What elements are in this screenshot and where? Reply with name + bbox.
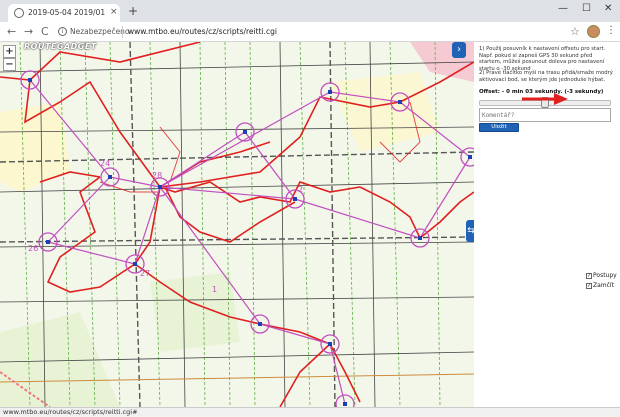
minimize-icon[interactable]: — <box>558 3 568 14</box>
close-window-icon[interactable]: ✕ <box>604 3 612 14</box>
control-label: 27 <box>140 269 150 278</box>
browser-tab[interactable]: 2019-05-04 2019/01 ČP MTBO × <box>8 4 120 22</box>
control-label: 2 <box>298 185 303 194</box>
control-label: 1 <box>212 285 217 294</box>
control-label: 26 <box>28 244 38 253</box>
avatar[interactable] <box>587 25 600 38</box>
checkbox-postupy[interactable]: ✓ <box>586 272 592 279</box>
map-canvas[interactable]: 24 26 27 28 2 1 <box>0 42 474 407</box>
control-label: 24 <box>100 159 110 168</box>
checkbox-label: Postupy <box>593 272 617 279</box>
bookmark-star-icon[interactable]: ☆ <box>570 25 580 38</box>
collapse-panel-button[interactable]: › <box>452 42 466 58</box>
globe-icon <box>14 8 24 18</box>
checkbox-zamcit-row[interactable]: ✓ Zamčít <box>586 282 614 289</box>
status-url: www.mtbo.eu/routes/cz/scripts/reitti.cgi… <box>3 408 138 416</box>
instruction-2: 2) Pravé tlačítko myši na trasu přidá/sm… <box>479 70 613 83</box>
checkbox-label: Zamčít <box>593 282 614 289</box>
reload-icon[interactable]: C <box>41 25 49 39</box>
checkbox-zamcit[interactable]: ✓ <box>586 282 592 289</box>
tab-title: 2019-05-04 2019/01 ČP MTBO <box>28 8 108 17</box>
back-icon[interactable]: ← <box>7 25 16 39</box>
checkbox-postupy-row[interactable]: ✓ Postupy <box>586 272 617 279</box>
address-bar[interactable]: www.mtbo.eu/routes/cz/scripts/reitti.cgi <box>128 27 277 36</box>
toggle-sidebar-button[interactable]: ⇆ <box>466 220 474 242</box>
orienteering-map[interactable]: 24 26 27 28 2 1 ROUTEGADGET + − › ⇆ <box>0 42 474 407</box>
red-arrow-icon <box>522 93 568 105</box>
divider <box>122 26 123 38</box>
comment-input[interactable] <box>479 108 611 122</box>
address-toolbar: ← → C i Nezabezpečeno www.mtbo.eu/routes… <box>0 22 620 42</box>
forward-icon[interactable]: → <box>24 25 33 39</box>
zoom-out-button[interactable]: − <box>3 58 16 71</box>
routegadget-logo: ROUTEGADGET <box>24 42 97 51</box>
close-tab-icon[interactable]: × <box>110 7 118 17</box>
info-icon[interactable]: i <box>58 27 67 36</box>
new-tab-button[interactable]: + <box>128 4 138 18</box>
control-label: 28 <box>152 171 162 180</box>
save-button[interactable]: Uložit <box>479 123 519 132</box>
maximize-icon[interactable]: ☐ <box>582 3 591 14</box>
tab-bar: 2019-05-04 2019/01 ČP MTBO × + — ☐ ✕ <box>0 0 620 22</box>
menu-icon[interactable]: ⋮ <box>606 25 616 37</box>
instruction-1: 1) Použij posuvník k nastavení offsetu p… <box>479 46 606 72</box>
zoom-in-button[interactable]: + <box>3 45 16 58</box>
status-bar: www.mtbo.eu/routes/cz/scripts/reitti.cgi… <box>0 407 620 417</box>
security-label[interactable]: Nezabezpečeno <box>70 27 130 36</box>
